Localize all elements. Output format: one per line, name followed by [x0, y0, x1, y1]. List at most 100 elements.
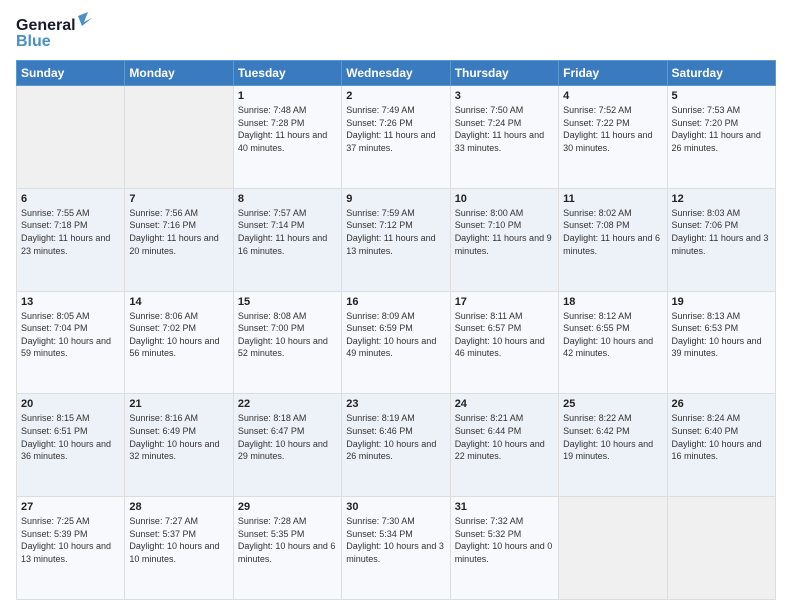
- calendar-table: SundayMondayTuesdayWednesdayThursdayFrid…: [16, 60, 776, 600]
- calendar-cell: 21Sunrise: 8:16 AMSunset: 6:49 PMDayligh…: [125, 394, 233, 497]
- day-number: 20: [21, 398, 120, 410]
- calendar-cell: 12 Sunrise: 8:03 AMSunset: 7:06 PMDayligh…: [667, 188, 775, 291]
- week-row-5: 27 Sunrise: 7:25 AMSunset: 5:39 PMDayligh…: [17, 497, 776, 600]
- calendar-cell: 9Sunrise: 7:59 AMSunset: 7:12 PMDaylight…: [342, 188, 450, 291]
- col-header-tuesday: Tuesday: [233, 61, 341, 86]
- day-number: 13: [21, 296, 120, 308]
- day-detail: Sunrise: 8:15 AMSunset: 6:51 PMDaylight:…: [21, 412, 120, 462]
- day-detail: Sunrise: 8:11 AMSunset: 6:57 PMDaylight:…: [455, 310, 554, 360]
- day-number: 25: [563, 398, 662, 410]
- day-detail: Sunrise: 7:28 AMSunset: 5:35 PMDaylight:…: [238, 515, 337, 565]
- day-number: 3: [455, 90, 554, 102]
- day-number: 27: [21, 501, 120, 513]
- day-detail: Sunrise: 8:12 AMSunset: 6:55 PMDaylight:…: [563, 310, 662, 360]
- day-number: 26: [672, 398, 771, 410]
- calendar-cell: 24 Sunrise: 8:21 AMSunset: 6:44 PMDayligh…: [450, 394, 558, 497]
- day-number: 28: [129, 501, 228, 513]
- day-detail: Sunrise: 8:05 AMSunset: 7:04 PMDaylight:…: [21, 310, 120, 360]
- day-number: 19: [672, 296, 771, 308]
- calendar-cell: 11 Sunrise: 8:02 AMSunset: 7:08 PMDayligh…: [559, 188, 667, 291]
- calendar-cell: 19Sunrise: 8:13 AMSunset: 6:53 PMDayligh…: [667, 291, 775, 394]
- calendar-cell: 22 Sunrise: 8:18 AMSunset: 6:47 PMDayligh…: [233, 394, 341, 497]
- day-detail: Sunrise: 8:09 AMSunset: 6:59 PMDaylight:…: [346, 310, 445, 360]
- week-row-2: 6 Sunrise: 7:55 AMSunset: 7:18 PMDaylight…: [17, 188, 776, 291]
- day-detail: Sunrise: 7:55 AMSunset: 7:18 PMDaylight:…: [21, 207, 120, 257]
- col-header-saturday: Saturday: [667, 61, 775, 86]
- logo-svg: GeneralBlue: [16, 12, 96, 52]
- calendar-cell: 28 Sunrise: 7:27 AMSunset: 5:37 PMDayligh…: [125, 497, 233, 600]
- day-detail: Sunrise: 7:52 AMSunset: 7:22 PMDaylight:…: [563, 104, 662, 154]
- day-number: 8: [238, 193, 337, 205]
- day-detail: Sunrise: 8:08 AMSunset: 7:00 PMDaylight:…: [238, 310, 337, 360]
- day-detail: Sunrise: 7:27 AMSunset: 5:37 PMDaylight:…: [129, 515, 228, 565]
- day-detail: Sunrise: 8:03 AMSunset: 7:06 PMDaylight:…: [672, 207, 771, 257]
- day-detail: Sunrise: 8:02 AMSunset: 7:08 PMDaylight:…: [563, 207, 662, 257]
- calendar-cell: 17Sunrise: 8:11 AMSunset: 6:57 PMDayligh…: [450, 291, 558, 394]
- day-number: 24: [455, 398, 554, 410]
- svg-text:Blue: Blue: [16, 33, 51, 50]
- day-detail: Sunrise: 8:00 AMSunset: 7:10 PMDaylight:…: [455, 207, 554, 257]
- day-number: 22: [238, 398, 337, 410]
- day-detail: Sunrise: 8:24 AMSunset: 6:40 PMDaylight:…: [672, 412, 771, 462]
- calendar-cell: 3 Sunrise: 7:50 AMSunset: 7:24 PMDaylight…: [450, 86, 558, 189]
- logo: GeneralBlue: [16, 12, 96, 52]
- calendar-cell: 15 Sunrise: 8:08 AMSunset: 7:00 PMDayligh…: [233, 291, 341, 394]
- calendar-cell: [559, 497, 667, 600]
- day-detail: Sunrise: 7:25 AMSunset: 5:39 PMDaylight:…: [21, 515, 120, 565]
- day-number: 31: [455, 501, 554, 513]
- calendar-cell: 30Sunrise: 7:30 AMSunset: 5:34 PMDayligh…: [342, 497, 450, 600]
- calendar-cell: 14Sunrise: 8:06 AMSunset: 7:02 PMDayligh…: [125, 291, 233, 394]
- day-detail: Sunrise: 7:53 AMSunset: 7:20 PMDaylight:…: [672, 104, 771, 154]
- calendar-cell: 18 Sunrise: 8:12 AMSunset: 6:55 PMDayligh…: [559, 291, 667, 394]
- calendar-cell: [667, 497, 775, 600]
- calendar-cell: 10 Sunrise: 8:00 AMSunset: 7:10 PMDayligh…: [450, 188, 558, 291]
- calendar-cell: 23Sunrise: 8:19 AMSunset: 6:46 PMDayligh…: [342, 394, 450, 497]
- col-header-sunday: Sunday: [17, 61, 125, 86]
- day-number: 2: [346, 90, 445, 102]
- day-number: 1: [238, 90, 337, 102]
- calendar-cell: [17, 86, 125, 189]
- calendar-cell: 7 Sunrise: 7:56 AMSunset: 7:16 PMDaylight…: [125, 188, 233, 291]
- day-detail: Sunrise: 8:21 AMSunset: 6:44 PMDaylight:…: [455, 412, 554, 462]
- calendar-cell: 26 Sunrise: 8:24 AMSunset: 6:40 PMDayligh…: [667, 394, 775, 497]
- day-number: 29: [238, 501, 337, 513]
- day-detail: Sunrise: 7:59 AMSunset: 7:12 PMDaylight:…: [346, 207, 445, 257]
- week-row-4: 20 Sunrise: 8:15 AMSunset: 6:51 PMDayligh…: [17, 394, 776, 497]
- day-number: 18: [563, 296, 662, 308]
- header: GeneralBlue: [16, 12, 776, 52]
- calendar-cell: 5 Sunrise: 7:53 AMSunset: 7:20 PMDaylight…: [667, 86, 775, 189]
- day-detail: Sunrise: 7:57 AMSunset: 7:14 PMDaylight:…: [238, 207, 337, 257]
- day-number: 4: [563, 90, 662, 102]
- day-number: 6: [21, 193, 120, 205]
- day-number: 12: [672, 193, 771, 205]
- col-header-thursday: Thursday: [450, 61, 558, 86]
- day-detail: Sunrise: 7:32 AMSunset: 5:32 PMDaylight:…: [455, 515, 554, 565]
- calendar-cell: 8 Sunrise: 7:57 AMSunset: 7:14 PMDaylight…: [233, 188, 341, 291]
- day-detail: Sunrise: 8:06 AMSunset: 7:02 PMDaylight:…: [129, 310, 228, 360]
- calendar-cell: [125, 86, 233, 189]
- calendar-cell: 25 Sunrise: 8:22 AMSunset: 6:42 PMDayligh…: [559, 394, 667, 497]
- calendar-cell: 27 Sunrise: 7:25 AMSunset: 5:39 PMDayligh…: [17, 497, 125, 600]
- day-detail: Sunrise: 8:18 AMSunset: 6:47 PMDaylight:…: [238, 412, 337, 462]
- day-number: 15: [238, 296, 337, 308]
- calendar-cell: 1Sunrise: 7:48 AMSunset: 7:28 PMDaylight…: [233, 86, 341, 189]
- calendar-cell: 6 Sunrise: 7:55 AMSunset: 7:18 PMDaylight…: [17, 188, 125, 291]
- day-detail: Sunrise: 7:50 AMSunset: 7:24 PMDaylight:…: [455, 104, 554, 154]
- day-number: 21: [129, 398, 228, 410]
- col-header-friday: Friday: [559, 61, 667, 86]
- day-number: 10: [455, 193, 554, 205]
- calendar-cell: 4 Sunrise: 7:52 AMSunset: 7:22 PMDaylight…: [559, 86, 667, 189]
- day-detail: Sunrise: 8:22 AMSunset: 6:42 PMDaylight:…: [563, 412, 662, 462]
- day-detail: Sunrise: 7:56 AMSunset: 7:16 PMDaylight:…: [129, 207, 228, 257]
- svg-text:General: General: [16, 17, 76, 34]
- calendar-cell: 13 Sunrise: 8:05 AMSunset: 7:04 PMDayligh…: [17, 291, 125, 394]
- day-detail: Sunrise: 7:30 AMSunset: 5:34 PMDaylight:…: [346, 515, 445, 565]
- day-number: 11: [563, 193, 662, 205]
- day-detail: Sunrise: 8:19 AMSunset: 6:46 PMDaylight:…: [346, 412, 445, 462]
- day-number: 5: [672, 90, 771, 102]
- calendar-cell: 20 Sunrise: 8:15 AMSunset: 6:51 PMDayligh…: [17, 394, 125, 497]
- calendar-cell: 29 Sunrise: 7:28 AMSunset: 5:35 PMDayligh…: [233, 497, 341, 600]
- day-detail: Sunrise: 7:49 AMSunset: 7:26 PMDaylight:…: [346, 104, 445, 154]
- col-header-monday: Monday: [125, 61, 233, 86]
- day-number: 7: [129, 193, 228, 205]
